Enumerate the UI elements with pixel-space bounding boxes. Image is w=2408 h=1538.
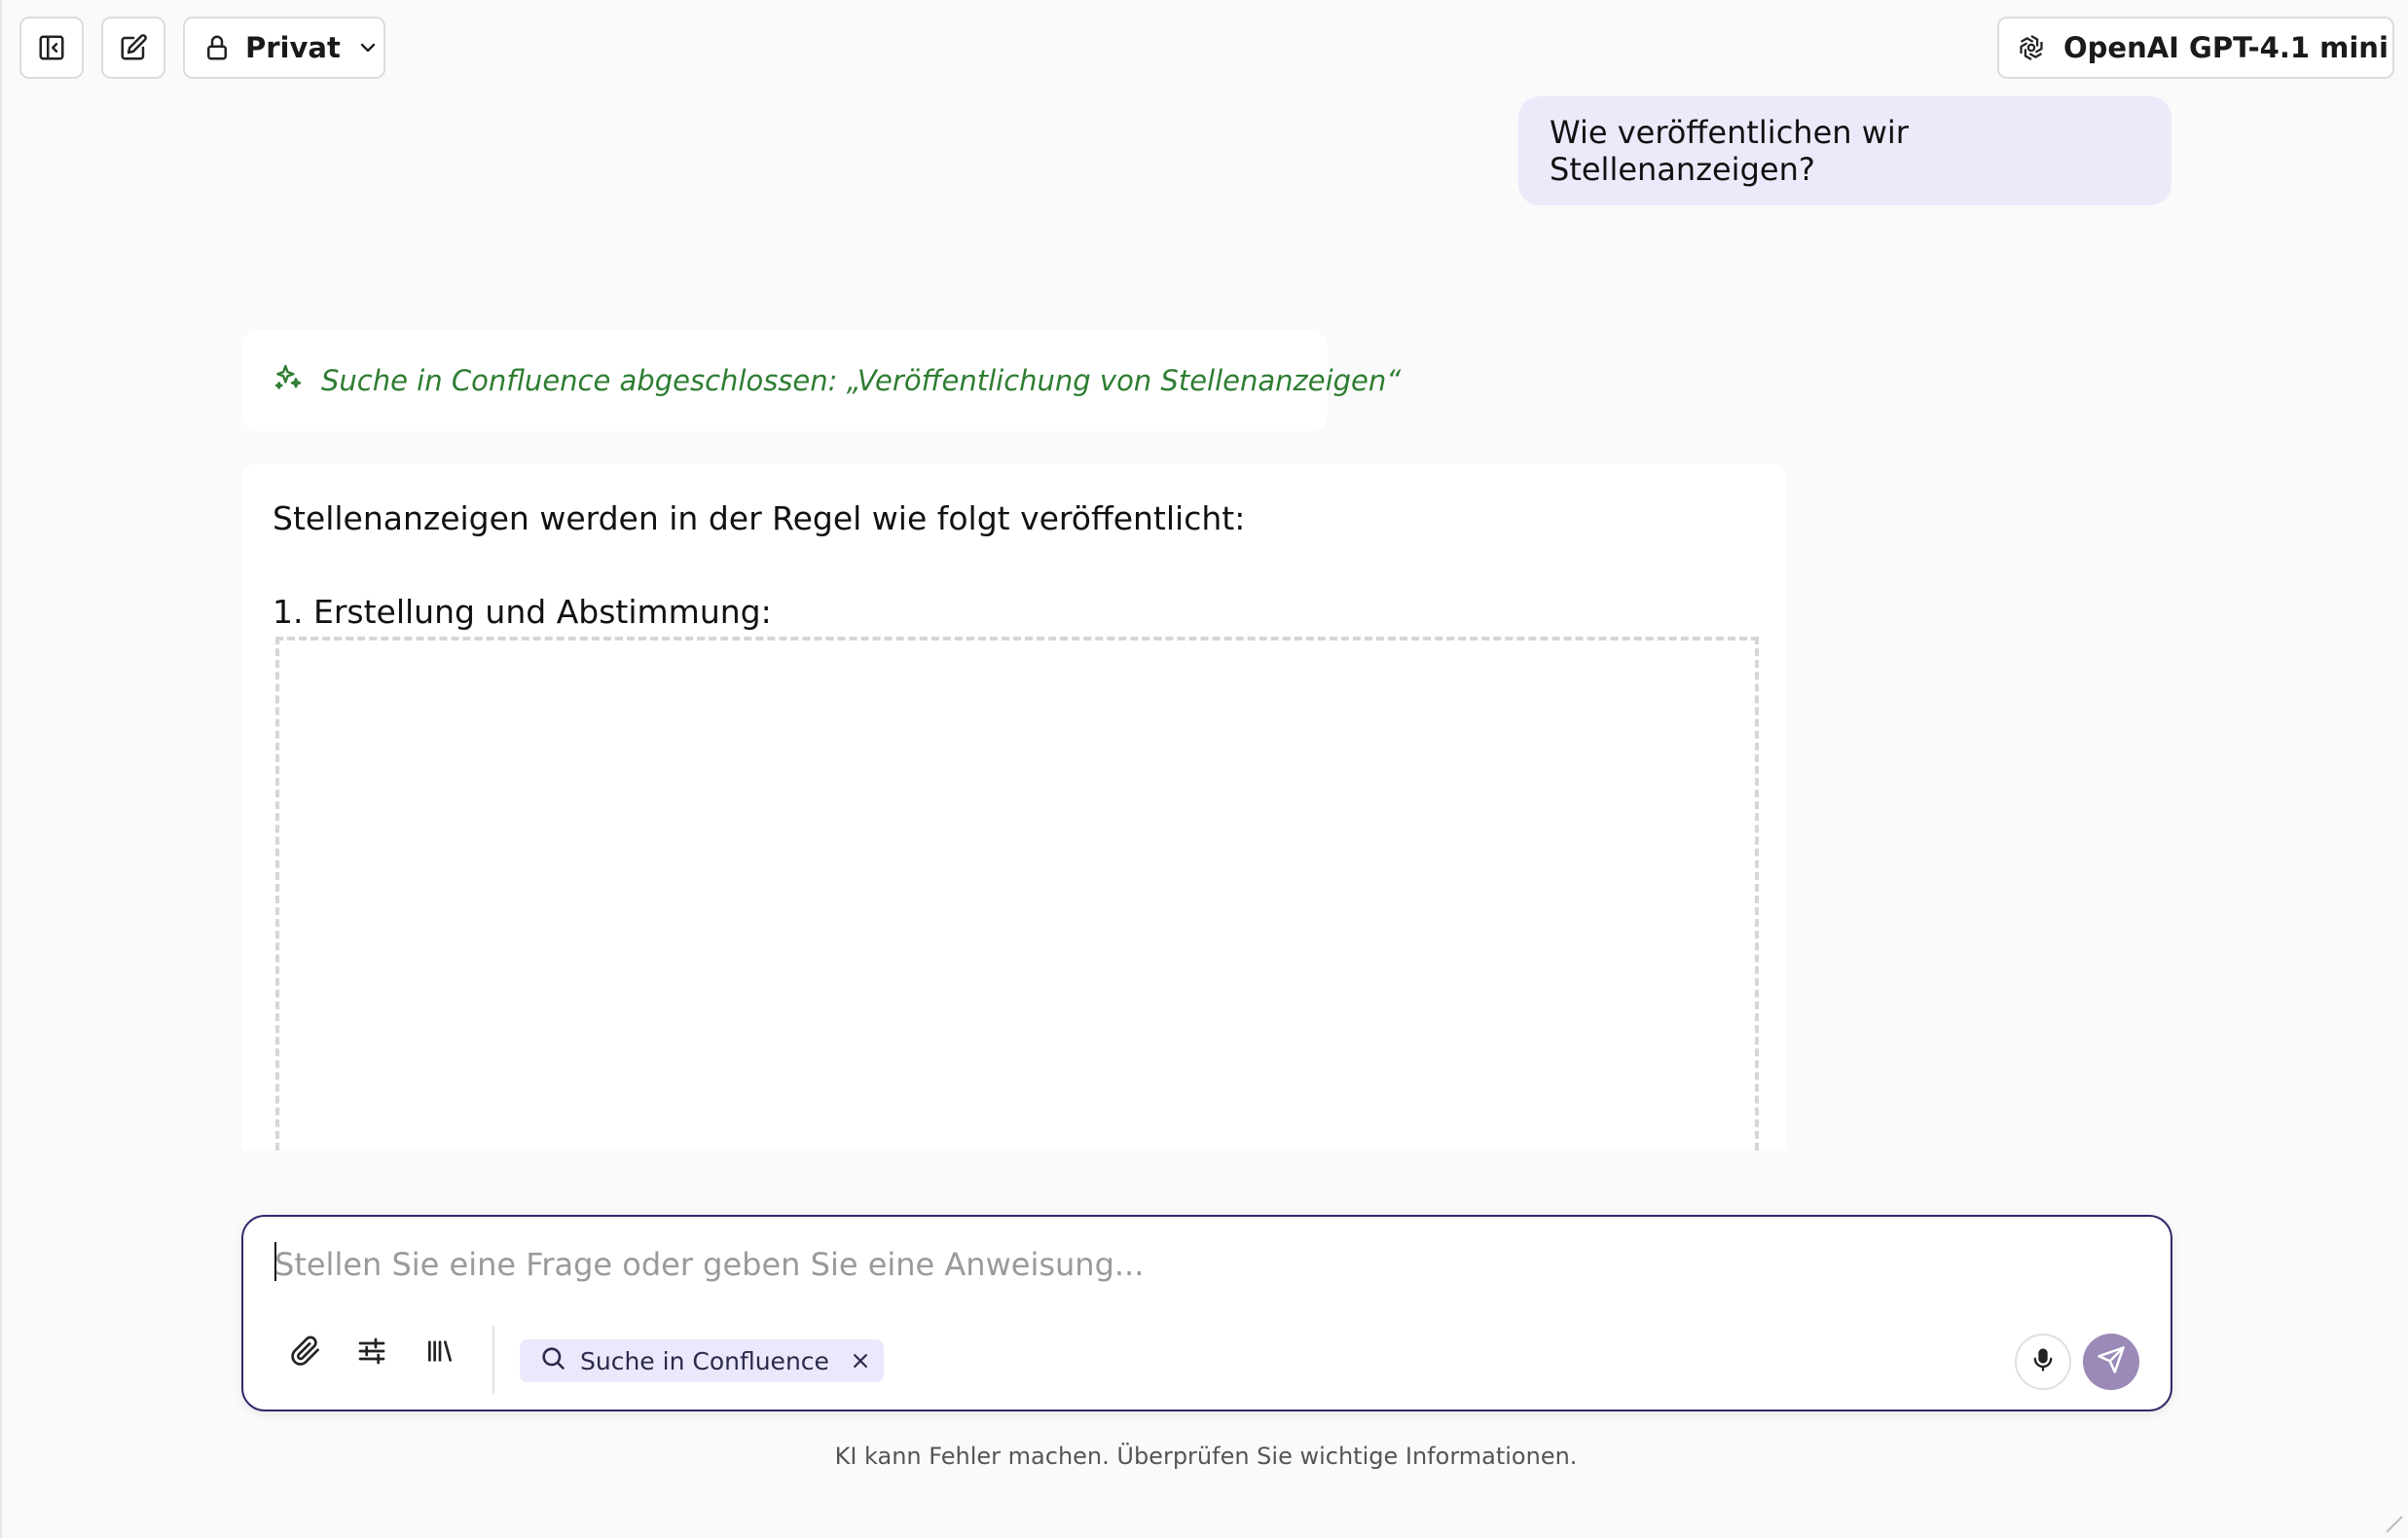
- chat-page: Privat OpenAI GPT-4.1 mini Wie veröffent…: [0, 0, 2408, 1538]
- search-status-card: Suche in Confluence abgeschlossen: „Verö…: [241, 330, 1401, 431]
- lock-icon: [202, 33, 232, 62]
- resize-grip-icon: [2383, 1513, 2404, 1534]
- user-message-bubble: Wie veröffentlichen wir Stellenanzeigen?: [1518, 96, 2171, 205]
- sidebar-collapse-icon: [37, 33, 66, 62]
- ai-disclaimer: KI kann Fehler machen. Überprüfen Sie wi…: [834, 1443, 1578, 1470]
- sidebar-toggle-button[interactable]: [19, 17, 84, 79]
- library-icon: [424, 1336, 456, 1371]
- send-icon: [2097, 1345, 2126, 1378]
- close-icon[interactable]: [851, 1351, 870, 1371]
- loading-placeholder-box: [275, 637, 1759, 1151]
- text-caret: [274, 1242, 276, 1281]
- user-message-text: Wie veröffentlichen wir Stellenanzeigen?: [1550, 114, 1909, 188]
- answer-step-1: 1. Erstellung und Abstimmung:: [273, 593, 772, 631]
- send-button[interactable]: [2083, 1334, 2139, 1390]
- sparkles-icon: [273, 362, 304, 400]
- toolbar-divider: [493, 1326, 494, 1394]
- model-selector[interactable]: OpenAI GPT-4.1 mini: [1997, 17, 2394, 79]
- microphone-icon: [2029, 1346, 2057, 1377]
- answer-intro: Stellenanzeigen werden in der Regel wie …: [273, 499, 1246, 537]
- visibility-dropdown[interactable]: Privat: [183, 17, 385, 79]
- library-button[interactable]: [413, 1326, 467, 1380]
- openai-logo-icon: [2015, 31, 2048, 64]
- composer: Suche in Confluence: [241, 1215, 2172, 1411]
- assistant-answer-card: Stellenanzeigen werden in der Regel wie …: [241, 463, 1787, 1151]
- new-chat-button[interactable]: [101, 17, 165, 79]
- tool-chip-confluence-search[interactable]: Suche in Confluence: [520, 1339, 884, 1382]
- visibility-label: Privat: [245, 31, 341, 64]
- chevron-down-icon: [356, 36, 380, 59]
- tool-chip-label: Suche in Confluence: [580, 1346, 829, 1375]
- paperclip-icon: [290, 1336, 321, 1371]
- edit-icon: [119, 33, 148, 62]
- settings-button[interactable]: [345, 1326, 399, 1380]
- search-icon: [539, 1344, 566, 1377]
- sliders-icon: [356, 1336, 387, 1371]
- voice-input-button[interactable]: [2015, 1334, 2071, 1390]
- prompt-input[interactable]: [273, 1234, 2126, 1295]
- attach-button[interactable]: [278, 1326, 333, 1380]
- model-label: OpenAI GPT-4.1 mini: [2063, 31, 2389, 64]
- search-status-text: Suche in Confluence abgeschlossen: „Verö…: [321, 364, 1402, 397]
